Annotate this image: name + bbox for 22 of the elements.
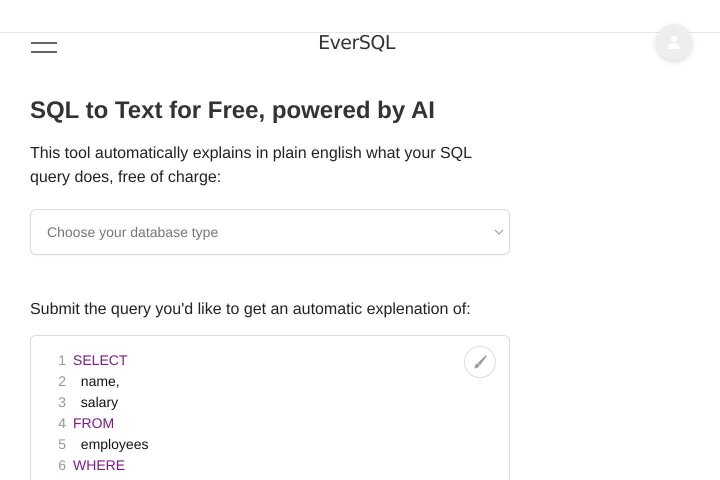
line-number: 2: [57, 372, 66, 388]
brush-icon: [473, 355, 487, 369]
line-number: 6: [57, 456, 66, 472]
intro-text: This tool automatically explains in plain english what your SQL query does, free of charge:: [30, 144, 472, 188]
code-text: employees: [80, 436, 148, 452]
sql-keyword: WHERE: [73, 456, 126, 472]
menu-icon[interactable]: [31, 40, 57, 54]
line-number: 1: [57, 352, 66, 368]
code-editor[interactable]: 1 SELECT 2 name, 3 salary 4 FROM 5 employees 6 WHERE: [30, 335, 510, 480]
database-type-dropdown[interactable]: Choose your database type: [30, 209, 510, 255]
line-number: 3: [57, 394, 66, 410]
brush-button[interactable]: [464, 346, 496, 378]
code-text: name,: [80, 372, 120, 388]
sql-keyword: FROM: [73, 414, 114, 430]
code-text: salary: [80, 394, 118, 410]
chevron-down-icon: [494, 229, 504, 235]
line-number: 5: [57, 436, 66, 452]
logo[interactable]: EverSQL: [318, 32, 395, 54]
sql-keyword: SELECT: [73, 352, 128, 368]
query-label: Submit the query you'd like to get an automatic explenation of:: [30, 300, 472, 320]
line-number: 4: [57, 414, 66, 430]
page-title: SQL to Text for Free, powered by AI: [30, 96, 436, 126]
